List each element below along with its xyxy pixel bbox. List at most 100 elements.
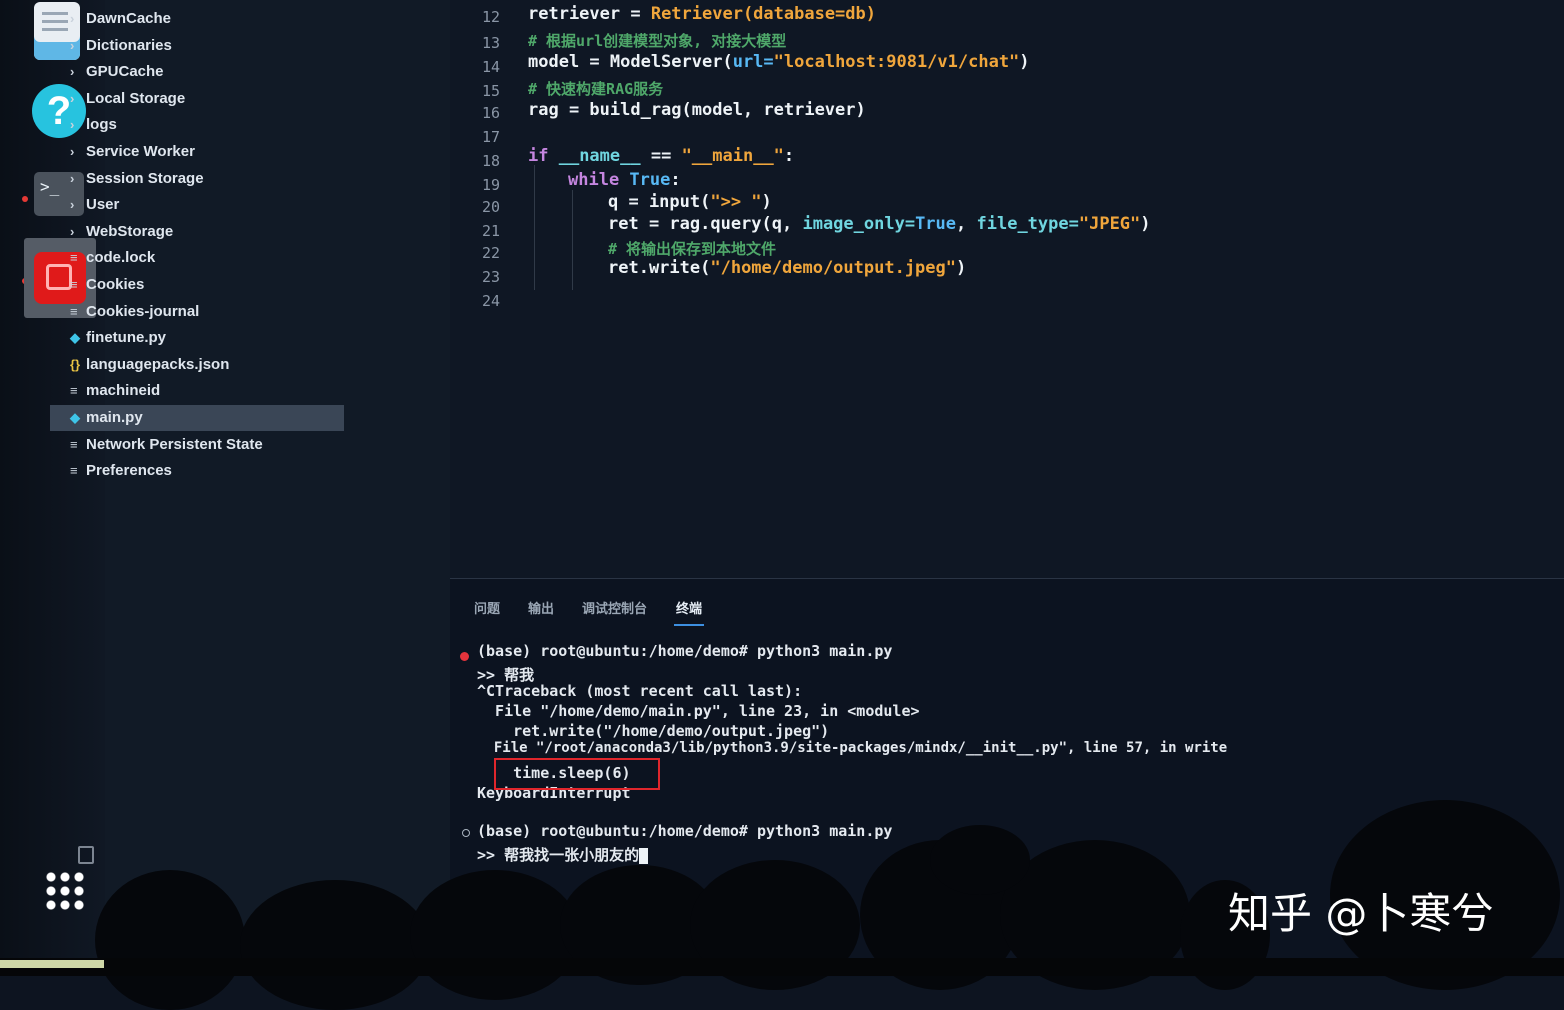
line-number: 19 — [481, 176, 500, 194]
code-line-14: model = ModelServer(url="localhost:9081/… — [528, 52, 1030, 72]
code-line-12: retriever = Retriever(database=db) — [528, 4, 876, 24]
chevron-right-icon: › — [70, 90, 75, 106]
explorer-folder[interactable]: › Session Storage — [70, 166, 204, 192]
terminal-line: ret.write("/home/demo/output.jpeg") — [477, 722, 830, 740]
explorer-file[interactable]: ≡ Cookies-journal — [70, 299, 199, 325]
explorer-item-label: code.lock — [86, 249, 156, 267]
explorer-item-label: GPUCache — [86, 63, 164, 81]
code-line-22: # 将输出保存到本地文件 — [608, 240, 777, 258]
running-indicator — [22, 196, 28, 202]
indent-guide — [572, 190, 573, 290]
tab-terminal[interactable]: 终端 — [676, 598, 702, 617]
explorer-item-label: Cookies-journal — [86, 302, 200, 320]
indent-guide — [534, 165, 535, 290]
terminal-line: File "/home/demo/main.py", line 23, in <… — [477, 702, 920, 720]
terminal-prompt-line[interactable]: >> 帮我找一张小朋友的 — [477, 844, 649, 865]
explorer-item-label: Service Worker — [86, 143, 195, 160]
line-number: 12 — [481, 8, 500, 26]
stage-light — [0, 960, 104, 968]
explorer-file[interactable]: ◆ main.py — [50, 405, 344, 431]
explorer-folder[interactable]: › DawnCache — [70, 6, 171, 32]
line-number: 23 — [481, 268, 500, 286]
explorer-folder[interactable]: › Local Storage — [70, 86, 185, 112]
code-line-23: ret.write("/home/demo/output.jpeg") — [608, 258, 967, 278]
command-error-dot — [460, 652, 469, 661]
text-cursor — [639, 847, 649, 864]
file-icon: ≡ — [70, 277, 78, 292]
explorer-folder[interactable]: › GPUCache — [70, 59, 164, 85]
explorer-item-label: main.py — [86, 409, 143, 426]
explorer-item-label: logs — [86, 116, 117, 134]
file-icon: ≡ — [70, 436, 78, 452]
explorer-item-label: Cookies — [86, 276, 145, 293]
explorer-file[interactable]: ◆ finetune.py — [70, 325, 166, 351]
terminal-line: (base) root@ubuntu:/home/demo# python3 m… — [477, 642, 893, 660]
explorer-item-label: finetune.py — [86, 329, 167, 347]
chevron-right-icon: › — [70, 37, 75, 53]
chevron-right-icon: › — [70, 64, 75, 80]
explorer-file[interactable]: ≡ Preferences — [70, 458, 172, 484]
explorer-item-label: Network Persistent State — [86, 435, 263, 453]
file-icon: ≡ — [70, 383, 78, 399]
terminal-line: File "/root/anaconda3/lib/python3.9/site… — [477, 740, 1228, 756]
python-file-icon: ◆ — [70, 330, 80, 346]
code-line-19: while True: — [568, 170, 681, 190]
json-file-icon: {} — [70, 356, 81, 372]
explorer-folder[interactable]: › Dictionaries — [70, 33, 172, 59]
line-number: 20 — [481, 198, 500, 216]
chevron-right-icon: › — [70, 144, 75, 159]
line-number: 21 — [481, 222, 500, 240]
code-line-18: if __name__ == "__main__": — [528, 146, 795, 166]
active-tab-indicator — [674, 624, 704, 626]
chevron-right-icon: › — [70, 170, 75, 186]
file-icon: ≡ — [70, 303, 78, 319]
code-line-13: # 根据url创建模型对象, 对接大模型 — [528, 32, 787, 50]
line-number: 24 — [481, 292, 500, 310]
watermark: 知乎 @卜寒兮 — [1228, 889, 1494, 938]
explorer-item-label: DawnCache — [86, 10, 172, 27]
line-number: 16 — [481, 104, 500, 122]
explorer-folder[interactable]: › Service Worker — [70, 139, 195, 165]
line-number: 18 — [481, 152, 500, 170]
app-grid-icon[interactable] — [44, 870, 86, 912]
explorer-item-label: Session Storage — [86, 169, 204, 187]
line-number: 22 — [481, 244, 500, 262]
file-icon: ≡ — [70, 463, 78, 479]
command-running-dot — [462, 829, 470, 837]
terminal-line: (base) root@ubuntu:/home/demo# python3 m… — [477, 822, 893, 840]
explorer-item-label: languagepacks.json — [86, 355, 230, 373]
explorer-file[interactable]: ≡ Cookies — [70, 272, 144, 298]
tab-debug-console[interactable]: 调试控制台 — [582, 598, 647, 617]
explorer-folder[interactable]: › WebStorage — [70, 219, 173, 245]
tab-output[interactable]: 输出 — [528, 598, 554, 617]
explorer-item-label: Dictionaries — [86, 36, 172, 54]
explorer-item-label: WebStorage — [86, 222, 174, 240]
code-line-15: # 快速构建RAG服务 — [528, 80, 664, 98]
line-number: 14 — [481, 58, 500, 76]
code-line-16: rag = build_rag(model, retriever) — [528, 100, 866, 120]
explorer-item-label: machineid — [86, 382, 161, 400]
line-number: 17 — [481, 128, 500, 146]
chevron-right-icon: › — [70, 197, 75, 213]
code-line-20: q = input(">> ") — [608, 192, 772, 212]
highlight-annotation-box — [494, 758, 660, 790]
line-number: 15 — [481, 82, 500, 100]
explorer-item-label: User — [86, 196, 120, 214]
stage-floor — [0, 958, 1564, 976]
python-file-icon: ◆ — [70, 410, 80, 425]
chevron-right-icon: › — [70, 117, 75, 133]
tab-problems[interactable]: 问题 — [474, 598, 500, 617]
explorer-file[interactable]: ≡ Network Persistent State — [70, 432, 263, 458]
explorer-folder[interactable]: › User — [70, 192, 119, 218]
trash-icon[interactable] — [78, 846, 94, 864]
explorer-file[interactable]: ≡ code.lock — [70, 245, 155, 271]
explorer-file[interactable]: ≡ machineid — [70, 378, 160, 404]
explorer-folder[interactable]: › logs — [70, 112, 117, 138]
line-number: 13 — [481, 34, 500, 52]
chevron-right-icon: › — [70, 11, 75, 26]
chevron-right-icon: › — [70, 223, 75, 239]
explorer-file[interactable]: {} languagepacks.json — [70, 352, 229, 378]
terminal-line: ^CTraceback (most recent call last): — [477, 682, 803, 700]
explorer-item-label: Preferences — [86, 462, 172, 480]
file-icon: ≡ — [70, 250, 78, 266]
